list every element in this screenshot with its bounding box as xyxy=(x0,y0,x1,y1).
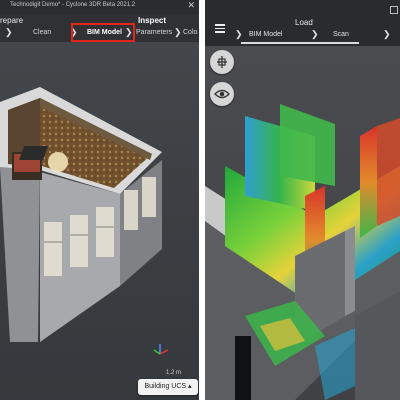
axis-gizmo-icon xyxy=(153,344,169,355)
stage-prepare-label: repare xyxy=(0,16,24,25)
step-scan[interactable]: Scan xyxy=(333,31,349,38)
stage-inspect-label: Inspect xyxy=(138,16,167,25)
app-header: Load ❯ BIM Model ❯ Scan ❯ xyxy=(205,0,400,46)
fit-to-view-icon xyxy=(217,56,227,68)
point-cloud-room-render xyxy=(0,87,169,355)
eye-icon xyxy=(214,89,230,99)
scale-bar-label: 1.2 m xyxy=(166,370,182,376)
title-bar: Technodigit Demo* - Cyclone 3DR Beta 202… xyxy=(0,0,199,14)
3d-deviation-viewport[interactable] xyxy=(205,46,400,400)
window-panel xyxy=(44,222,62,276)
step-progress-underline xyxy=(241,42,359,44)
window-panel xyxy=(124,190,138,230)
heatmap-partition-wall xyxy=(360,126,377,238)
step-bim-model[interactable]: BIM Model xyxy=(249,31,282,38)
selected-step-highlight xyxy=(71,23,135,42)
fit-to-view-button[interactable] xyxy=(210,50,234,74)
column-shaft xyxy=(235,336,251,400)
step-parameters[interactable]: Parameters xyxy=(136,29,172,36)
window-title: Technodigit Demo* - Cyclone 3DR Beta 202… xyxy=(10,2,136,8)
chevron-right-icon: ❯ xyxy=(235,29,243,39)
deviation-heatmap-render xyxy=(205,104,400,400)
step-clean[interactable]: Clean xyxy=(33,29,51,36)
3d-viewport[interactable] xyxy=(0,42,199,400)
chevron-right-icon: ❯ xyxy=(174,27,182,37)
header-title: Load xyxy=(295,18,313,27)
cyclone-3dr-window: Technodigit Demo* - Cyclone 3DR Beta 202… xyxy=(0,0,199,400)
close-icon[interactable]: ✕ xyxy=(187,0,195,11)
hamburger-menu-icon[interactable] xyxy=(215,24,225,33)
building-ucs-button[interactable]: Building UCS ▴ xyxy=(138,379,198,395)
caret-up-icon: ▴ xyxy=(188,383,192,390)
window-panel xyxy=(70,215,88,267)
step-color[interactable]: Colo xyxy=(183,29,197,36)
ucs-button-label: Building UCS xyxy=(144,383,187,390)
mobile-app-window: Load ❯ BIM Model ❯ Scan ❯ xyxy=(205,0,400,400)
window-panel xyxy=(142,177,156,217)
chevron-right-icon: ❯ xyxy=(5,27,13,37)
visibility-toggle-button[interactable] xyxy=(210,82,234,106)
chevron-right-icon: ❯ xyxy=(383,29,391,39)
window-square-icon xyxy=(390,6,398,14)
chevron-right-icon: ❯ xyxy=(311,29,319,39)
window-panel xyxy=(96,207,114,257)
west-wall-exterior xyxy=(0,167,40,342)
